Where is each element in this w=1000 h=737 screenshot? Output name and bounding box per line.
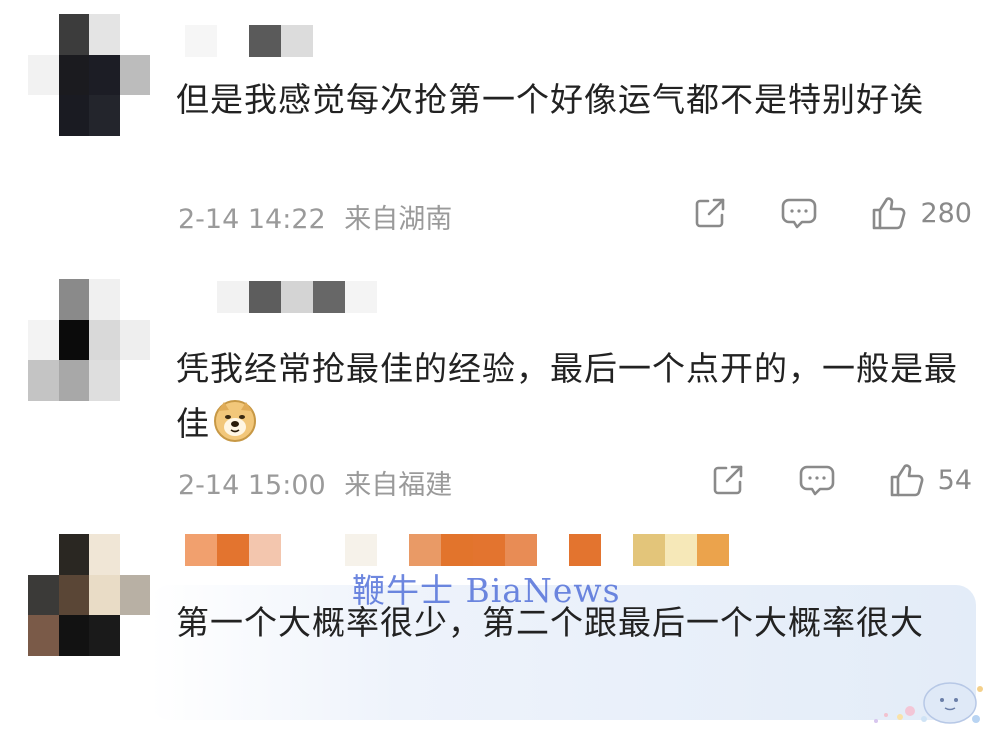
comment-text-body: 凭我经常抢最佳的经验，最后一个点开的，一般是最佳 xyxy=(176,349,958,443)
comment-location: 来自福建 xyxy=(344,470,453,501)
share-icon xyxy=(696,198,725,228)
comment-text: 但是我感觉每次抢第一个好像运气都不是特别好诶 xyxy=(176,80,924,119)
username-redacted[interactable] xyxy=(185,534,729,566)
reply-button[interactable] xyxy=(798,462,836,498)
comment-icon xyxy=(782,198,817,229)
like-button[interactable]: 280 xyxy=(870,194,972,232)
thumbs-up-icon xyxy=(890,464,924,497)
comment-location: 来自湖南 xyxy=(344,204,453,235)
comment-actions: 54 xyxy=(658,461,972,499)
comment-actions: 280 xyxy=(640,194,972,232)
doge-emoji-icon xyxy=(214,400,256,442)
comment-item: 但是我感觉每次抢第一个好像运气都不是特别好诶 2-14 14:22 来自湖南 2… xyxy=(0,0,1000,250)
like-count: 280 xyxy=(920,197,972,229)
comment-meta: 2-14 14:22 来自湖南 xyxy=(178,197,452,236)
comment-meta: 2-14 15:00 来自福建 xyxy=(178,463,452,502)
comment-item: 凭我经常抢最佳的经验，最后一个点开的，一般是最佳 2-14 15:00 来自福建 xyxy=(0,265,1000,515)
decorative-sticker-icon xyxy=(874,682,983,724)
like-button[interactable]: 54 xyxy=(888,461,972,499)
share-icon xyxy=(713,465,742,495)
comment-time: 2-14 15:00 xyxy=(178,470,326,501)
comment-text: 第一个大概率很少，第二个跟最后一个大概率很大 xyxy=(176,603,924,642)
thumbs-up-icon xyxy=(873,197,906,230)
comment-time: 2-14 14:22 xyxy=(178,204,326,235)
comment-item: 鞭牛士 BiaNews 第一个大概率很少，第二个跟最后一个大概率很大 xyxy=(0,520,1000,737)
share-button[interactable] xyxy=(692,195,728,231)
comment-text: 凭我经常抢最佳的经验，最后一个点开的，一般是最佳 xyxy=(176,341,966,451)
avatar[interactable] xyxy=(28,534,150,656)
reply-button[interactable] xyxy=(780,195,818,231)
avatar[interactable] xyxy=(28,279,150,401)
like-count: 54 xyxy=(937,464,972,496)
username-redacted[interactable] xyxy=(185,25,313,57)
avatar[interactable] xyxy=(28,14,150,136)
share-button[interactable] xyxy=(710,462,746,498)
username-redacted[interactable] xyxy=(185,281,377,313)
comment-icon xyxy=(799,465,834,496)
